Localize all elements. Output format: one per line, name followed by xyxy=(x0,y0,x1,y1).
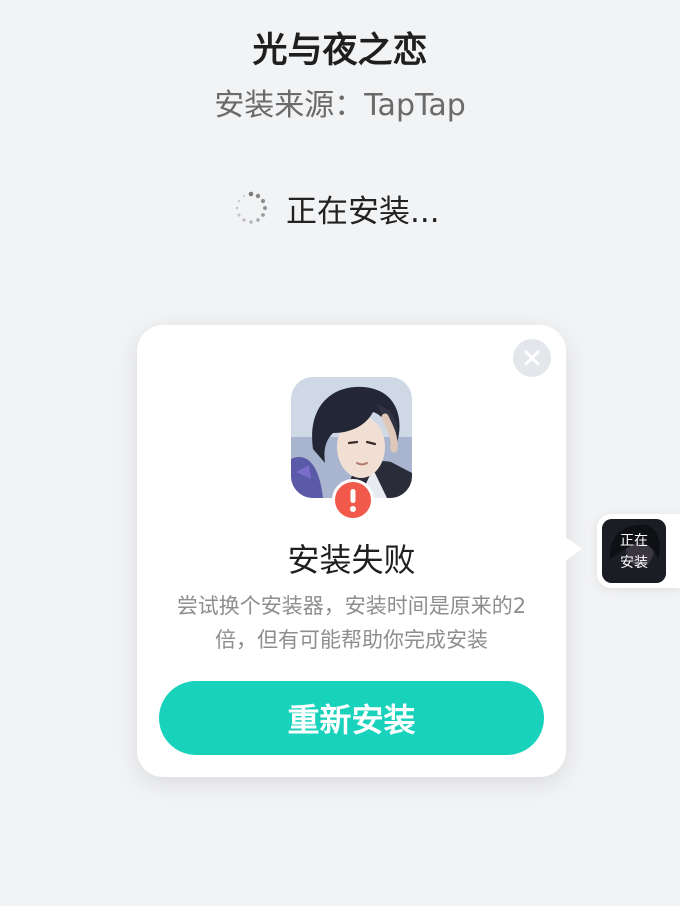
dialog-pointer xyxy=(564,536,582,562)
dialog-title: 安装失败 xyxy=(287,541,416,579)
floating-widget-label: 正在 安装 xyxy=(620,533,648,571)
floating-app-thumbnail: 正在 安装 xyxy=(602,519,666,583)
install-status: 正在安装... xyxy=(234,186,440,230)
close-button[interactable] xyxy=(513,339,551,377)
app-title: 光与夜之恋 xyxy=(252,31,428,71)
floating-install-widget[interactable]: 正在 安装 xyxy=(597,514,680,588)
close-icon xyxy=(524,350,540,366)
dialog-description: 尝试换个安装器，安装时间是原来的2倍，但有可能帮助你完成安装 xyxy=(176,594,527,652)
install-source: 安装来源：TapTap xyxy=(214,88,466,123)
error-badge xyxy=(332,479,374,521)
install-failed-dialog: 安装失败 尝试换个安装器，安装时间是原来的2倍，但有可能帮助你完成安装 重新安装 xyxy=(137,325,566,777)
spinner-icon xyxy=(235,191,267,224)
status-text: 正在安装... xyxy=(286,193,440,230)
exclamation-icon xyxy=(350,489,356,512)
reinstall-button[interactable]: 重新安装 xyxy=(159,681,544,755)
